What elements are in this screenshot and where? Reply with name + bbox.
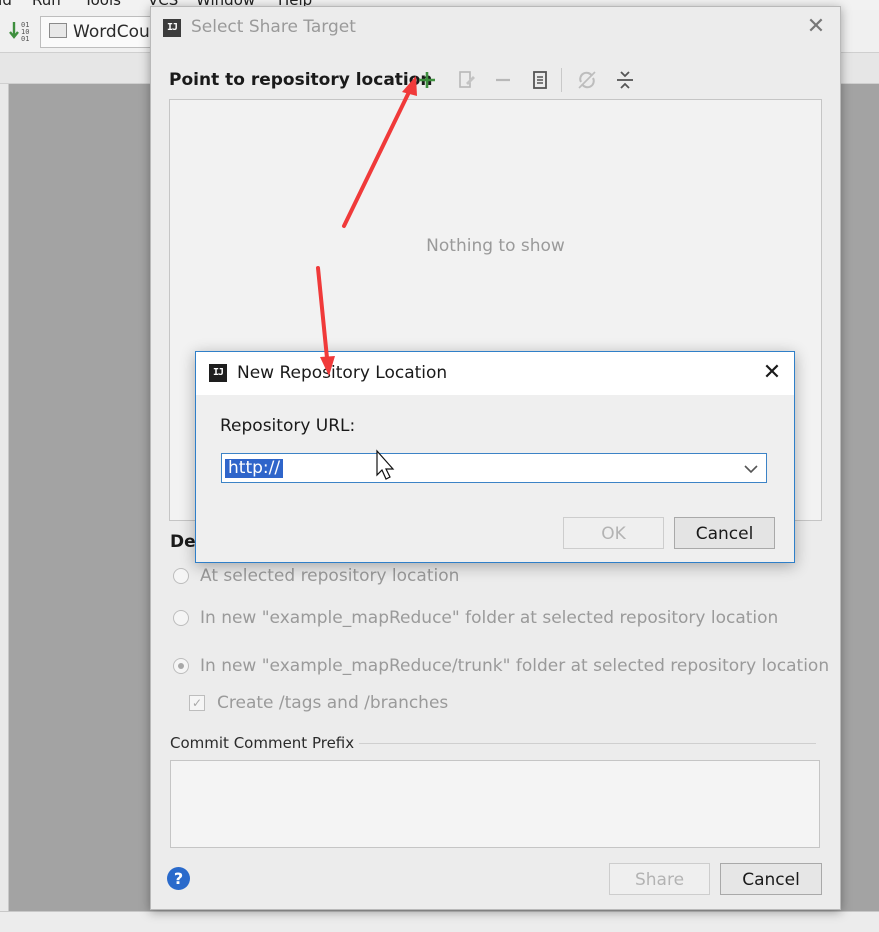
sort-icon[interactable]: 01 10 01 [8,18,34,44]
commit-comment-prefix-field[interactable] [170,760,820,848]
ok-button[interactable]: OK [563,517,664,549]
option-at-selected-location[interactable]: At selected repository location [173,566,459,586]
remove-icon[interactable] [489,65,517,95]
share-button[interactable]: Share [609,863,710,895]
menu-run[interactable]: Run [32,0,61,9]
option-label: In new "example_mapReduce/trunk" folder … [200,656,830,676]
menu-build[interactable]: ild [0,0,12,9]
edit-icon[interactable] [453,65,481,95]
repository-location-label: Point to repository location [169,70,433,90]
option-new-folder[interactable]: In new "example_mapReduce" folder at sel… [173,608,778,628]
run-config-selector[interactable]: WordCou [40,16,162,48]
svg-text:01: 01 [21,35,29,43]
dialog-titlebar: IJ Select Share Target ✕ [151,7,840,49]
sort-icon-glyph: 01 10 01 [9,21,29,43]
radio-button[interactable] [173,568,189,584]
help-icon[interactable]: ? [167,867,190,890]
empty-list-text: Nothing to show [426,236,565,256]
create-tags-branches-option[interactable]: ✓ Create /tags and /branches [189,693,448,713]
run-config-label: WordCou [73,22,150,42]
repository-url-label: Repository URL: [220,416,356,436]
add-icon[interactable] [413,65,441,95]
dialog-title: Select Share Target [191,17,356,37]
repository-url-combobox[interactable]: http:// [221,453,767,483]
chevron-down-icon[interactable] [742,458,760,478]
option-label: In new "example_mapReduce" folder at sel… [200,608,779,628]
intellij-logo-icon: IJ [209,364,227,382]
close-icon[interactable]: ✕ [758,359,786,387]
menu-tools[interactable]: Tools [84,0,121,9]
repository-url-input[interactable]: http:// [225,459,284,478]
dialog-title: New Repository Location [237,363,448,383]
checkbox-checked[interactable]: ✓ [189,695,205,711]
radio-button-checked[interactable] [173,658,189,674]
close-icon[interactable]: ✕ [802,13,830,41]
option-label: At selected repository location [200,566,460,586]
toolbar-separator [561,68,562,92]
ide-status-bar [0,911,879,932]
cancel-button[interactable]: Cancel [720,863,822,895]
option-new-trunk-folder[interactable]: In new "example_mapReduce/trunk" folder … [173,656,829,676]
new-repository-location-dialog: IJ New Repository Location ✕ Repository … [195,351,795,563]
window-icon [49,23,67,38]
collapse-icon[interactable] [611,65,639,95]
browse-icon[interactable] [526,65,554,95]
refresh-icon[interactable] [573,65,601,95]
intellij-logo-icon: IJ [163,19,181,37]
commit-comment-prefix-label: Commit Comment Prefix [170,734,355,752]
radio-button[interactable] [173,610,189,626]
ide-tool-window-bar [0,84,9,911]
checkbox-label: Create /tags and /branches [217,693,449,713]
cancel-button[interactable]: Cancel [674,517,775,549]
section-divider [359,743,816,744]
dialog-titlebar: IJ New Repository Location ✕ [196,352,794,395]
